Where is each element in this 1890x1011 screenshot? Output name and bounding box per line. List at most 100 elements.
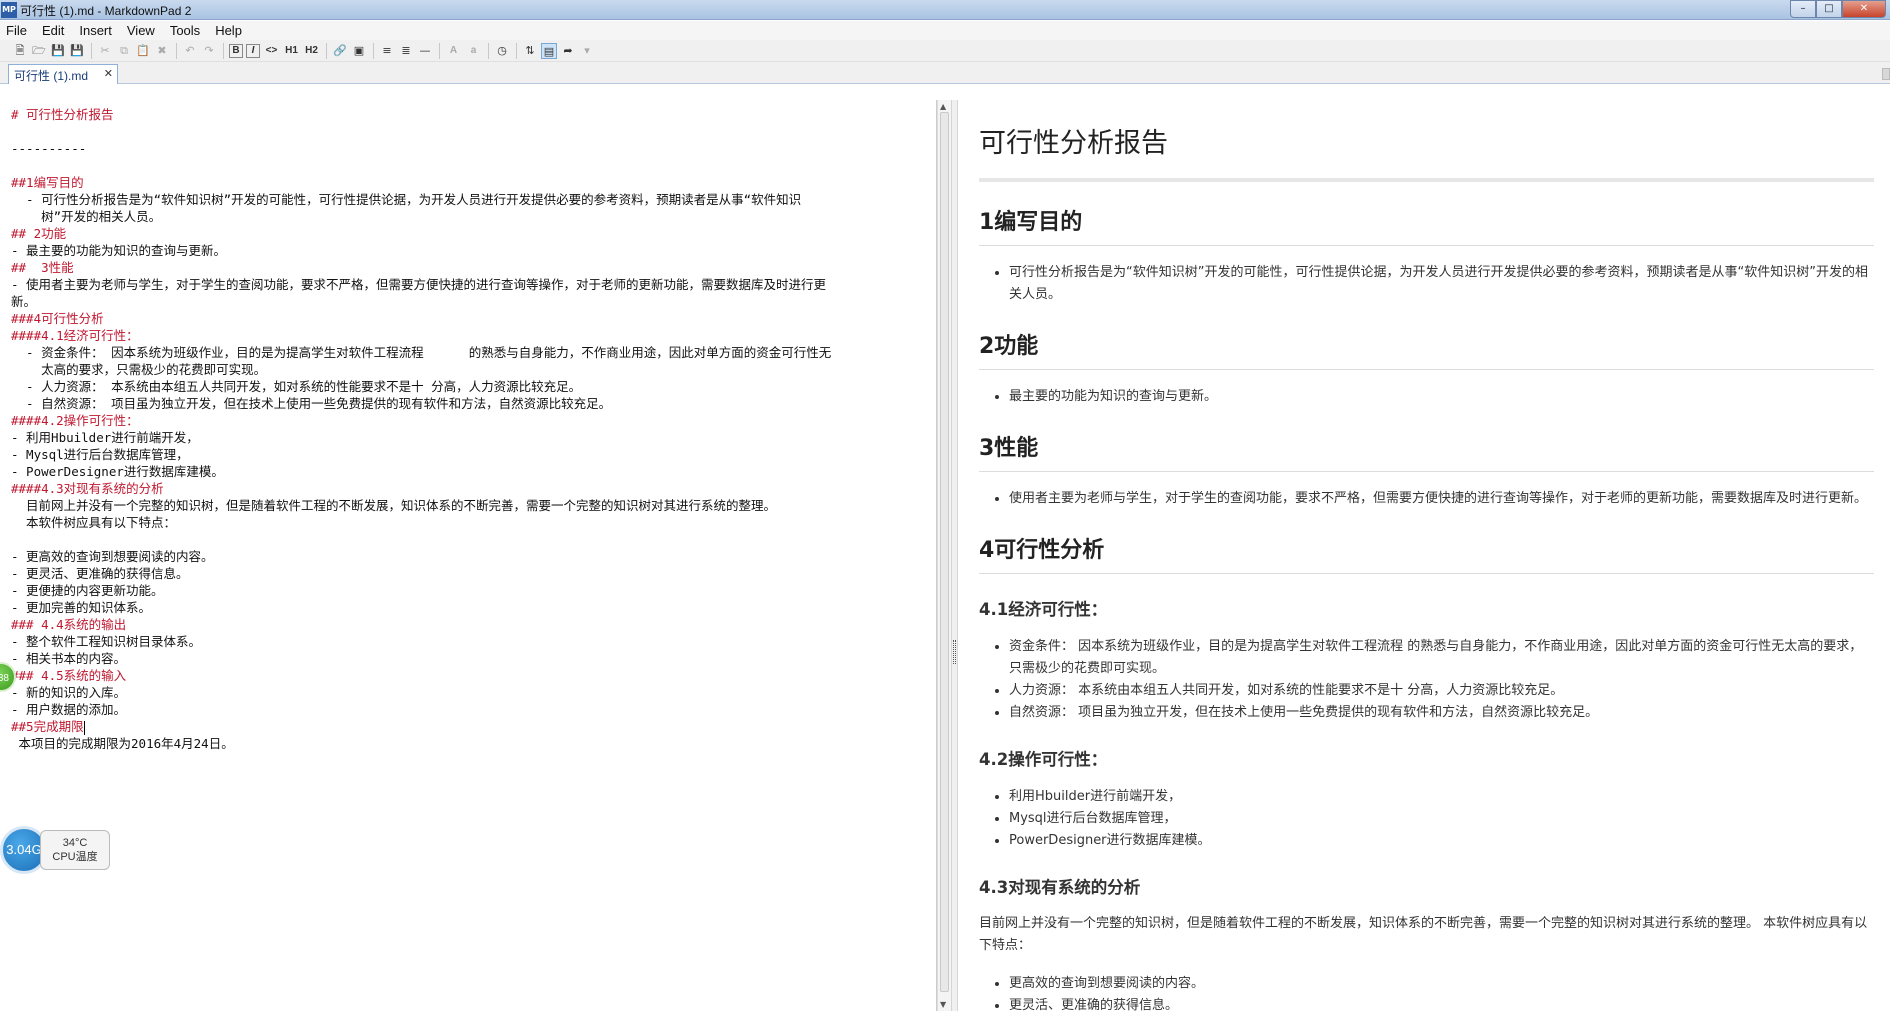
editor-line[interactable]: ##5完成期限 xyxy=(11,718,931,735)
editor-line[interactable]: ## 3性能 xyxy=(11,259,931,276)
preview-list: 可行性分析报告是为“软件知识树”开发的可能性，可行性提供论据，为开发人员进行开发… xyxy=(979,262,1874,306)
redo-icon[interactable]: ↷ xyxy=(201,43,217,59)
preview-list: 使用者主要为老师与学生，对于学生的查阅功能，要求不严格，但需要方便快捷的进行查询… xyxy=(979,488,1874,510)
markdown-heading-text: ### 4.5系统的输入 xyxy=(11,668,127,683)
menu-view[interactable]: View xyxy=(127,23,155,38)
pane-splitter[interactable] xyxy=(951,100,958,1011)
horizontal-rule-icon[interactable]: — xyxy=(417,43,433,59)
lowercase-icon[interactable]: a xyxy=(465,43,482,59)
italic-icon[interactable]: I xyxy=(246,43,260,58)
editor-line[interactable]: - 更便捷的内容更新功能。 xyxy=(11,582,931,599)
markdown-heading-text: ####4.1经济可行性： xyxy=(11,328,139,343)
editor-line-text: ---------- xyxy=(11,141,87,156)
menu-tools[interactable]: Tools xyxy=(170,23,200,38)
splitter-grip[interactable] xyxy=(953,640,956,664)
editor-line[interactable]: - 更灵活、更准确的获得信息。 xyxy=(11,565,931,582)
editor-line[interactable]: 新。 xyxy=(11,293,931,310)
menu-edit[interactable]: Edit xyxy=(42,23,64,38)
editor-line[interactable]: 目前网上并没有一个完整的知识树，但是随着软件工程的不断发展，知识体系的不断完善，… xyxy=(11,497,931,514)
editor-line-text: 本软件树应具有以下特点： xyxy=(11,515,177,530)
image-icon[interactable]: ▣ xyxy=(351,43,367,59)
editor-line[interactable]: ---------- xyxy=(11,140,931,157)
editor-line[interactable]: - 最主要的功能为知识的查询与更新。 xyxy=(11,242,931,259)
paste-icon[interactable]: 📋 xyxy=(135,43,151,59)
editor-line[interactable]: - 利用Hbuilder进行前端开发， xyxy=(11,429,931,446)
editor-line[interactable]: - 新的知识的入库。 xyxy=(11,684,931,701)
preview-heading: 3性能 xyxy=(979,430,1874,472)
editor-line[interactable]: # 可行性分析报告 xyxy=(11,106,931,123)
window-title: 可行性 (1).md - MarkdownPad 2 xyxy=(20,4,192,18)
system-monitor-widget[interactable]: 3.04G 34°C CPU温度 xyxy=(0,826,110,874)
scroll-up-icon[interactable]: ▲ xyxy=(940,102,946,111)
tab-document[interactable]: 可行性 (1).md ✕ xyxy=(8,64,118,84)
editor-line[interactable]: ### 4.5系统的输入 xyxy=(11,667,931,684)
live-preview-icon[interactable]: ▤ xyxy=(541,42,557,59)
unordered-list-icon[interactable]: ≡ xyxy=(379,43,395,59)
editor-line[interactable]: ####4.1经济可行性： xyxy=(11,327,931,344)
editor-line[interactable]: - 可行性分析报告是为“软件知识树”开发的可能性，可行性提供论据，为开发人员进行… xyxy=(11,191,931,208)
editor-line[interactable]: 本项目的完成期限为2016年4月24日。 xyxy=(11,735,931,752)
link-icon[interactable]: 🔗 xyxy=(332,43,348,59)
new-file-icon[interactable]: 🗎 xyxy=(12,43,28,59)
undo-icon[interactable]: ↶ xyxy=(182,43,198,59)
sync-scroll-icon[interactable]: ⇅ xyxy=(522,43,538,59)
editor-line[interactable]: ###4可行性分析 xyxy=(11,310,931,327)
tab-scroll-button[interactable] xyxy=(1882,68,1890,80)
editor-line[interactable] xyxy=(11,157,931,174)
code-icon[interactable]: <> xyxy=(263,43,280,59)
cpu-temp-panel: 34°C CPU温度 xyxy=(40,830,110,870)
editor-line[interactable]: - 人力资源： 本系统由本组五人共同开发，如对系统的性能要求不是十 分高，人力资… xyxy=(11,378,931,395)
editor-line[interactable]: - 更加完善的知识体系。 xyxy=(11,599,931,616)
editor-line[interactable]: - PowerDesigner进行数据库建模。 xyxy=(11,463,931,480)
heading2-icon[interactable]: H2 xyxy=(303,43,320,59)
menu-insert[interactable]: Insert xyxy=(79,23,112,38)
tab-close-icon[interactable]: ✕ xyxy=(104,67,113,80)
editor-line[interactable]: - 自然资源： 项目虽为独立开发，但在技术上使用一些免费提供的现有软件和方法，自… xyxy=(11,395,931,412)
list-item: 使用者主要为老师与学生，对于学生的查阅功能，要求不严格，但需要方便快捷的进行查询… xyxy=(1009,488,1874,510)
uppercase-icon[interactable]: A xyxy=(445,43,462,59)
toolbar-separator xyxy=(223,42,224,59)
scrollbar-thumb[interactable] xyxy=(940,112,949,992)
menu-help[interactable]: Help xyxy=(215,23,242,38)
toolbar-overflow-icon[interactable]: ▾ xyxy=(579,43,595,59)
open-folder-icon[interactable]: 🗁 xyxy=(31,43,47,59)
heading1-icon[interactable]: H1 xyxy=(283,43,300,59)
timestamp-icon[interactable]: ◷ xyxy=(494,43,510,59)
editor-line[interactable]: - 相关书本的内容。 xyxy=(11,650,931,667)
editor-line[interactable]: - 用户数据的添加。 xyxy=(11,701,931,718)
editor-line[interactable]: 本软件树应具有以下特点： xyxy=(11,514,931,531)
editor-text[interactable]: # 可行性分析报告 ---------- ##1编写目的 - 可行性分析报告是为“软… xyxy=(11,106,931,752)
list-item: 最主要的功能为知识的查询与更新。 xyxy=(1009,386,1874,408)
markdown-editor[interactable]: # 可行性分析报告 ---------- ##1编写目的 - 可行性分析报告是为“软… xyxy=(0,100,937,1011)
save-all-icon[interactable]: 💾 xyxy=(69,43,85,59)
editor-line[interactable] xyxy=(11,123,931,140)
export-icon[interactable]: ➦ xyxy=(560,43,576,59)
maximize-button[interactable]: □ xyxy=(1816,0,1842,18)
save-icon[interactable]: 💾 xyxy=(50,43,66,59)
editor-line-text: - 人力资源： 本系统由本组五人共同开发，如对系统的性能要求不是十 分高，人力资… xyxy=(11,379,582,394)
bold-icon[interactable]: B xyxy=(229,43,243,58)
editor-line[interactable]: ## 2功能 xyxy=(11,225,931,242)
menu-file[interactable]: File xyxy=(6,23,27,38)
editor-line[interactable]: - 整个软件工程知识树目录体系。 xyxy=(11,633,931,650)
editor-line[interactable]: ##1编写目的 xyxy=(11,174,931,191)
close-window-button[interactable]: ✕ xyxy=(1842,0,1886,18)
editor-line[interactable]: ### 4.4系统的输出 xyxy=(11,616,931,633)
editor-line[interactable]: 树”开发的相关人员。 xyxy=(11,208,931,225)
preview-list: 最主要的功能为知识的查询与更新。 xyxy=(979,386,1874,408)
minimize-button[interactable]: – xyxy=(1790,0,1816,18)
editor-scrollbar[interactable]: ▲ ▼ xyxy=(937,100,951,1011)
editor-line[interactable]: - 资金条件： 因本系统为班级作业，目的是为提高学生对软件工程流程 的熟悉与自身… xyxy=(11,344,931,361)
editor-line[interactable]: 太高的要求，只需极少的花费即可实现。 xyxy=(11,361,931,378)
cut-icon[interactable]: ✂ xyxy=(97,43,113,59)
editor-line[interactable]: - Mysql进行后台数据库管理， xyxy=(11,446,931,463)
editor-line[interactable]: ####4.2操作可行性： xyxy=(11,412,931,429)
editor-line[interactable]: - 使用者主要为老师与学生，对于学生的查阅功能，要求不严格，但需要方便快捷的进行… xyxy=(11,276,931,293)
editor-line[interactable]: ####4.3对现有系统的分析 xyxy=(11,480,931,497)
editor-line[interactable]: - 更高效的查询到想要阅读的内容。 xyxy=(11,548,931,565)
copy-icon[interactable]: ⧉ xyxy=(116,43,132,59)
editor-line[interactable] xyxy=(11,531,931,548)
delete-icon[interactable]: ✖ xyxy=(154,43,170,59)
scroll-down-icon[interactable]: ▼ xyxy=(940,1000,946,1009)
ordered-list-icon[interactable]: ≣ xyxy=(398,43,414,59)
